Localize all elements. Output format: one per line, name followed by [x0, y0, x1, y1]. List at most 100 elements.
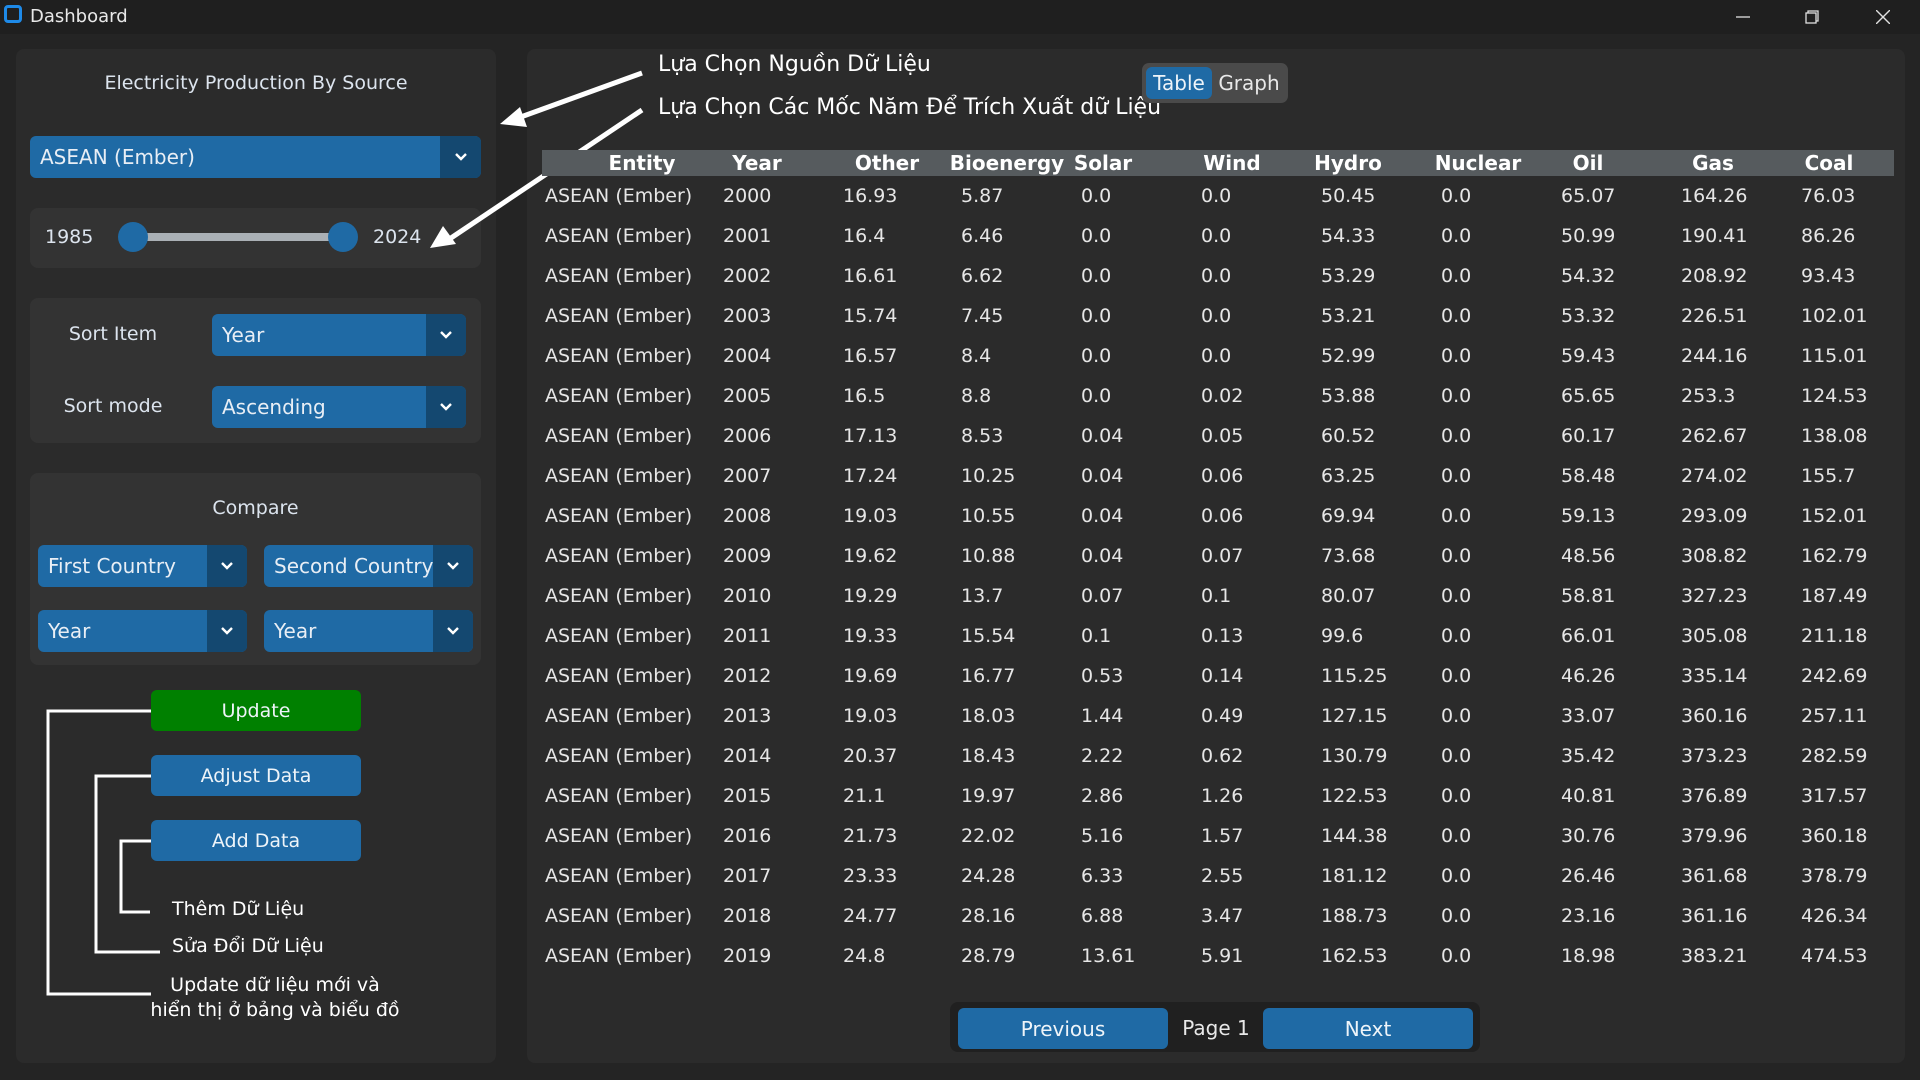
table-cell: 181.12: [1321, 865, 1388, 887]
table-cell: 59.43: [1561, 345, 1616, 367]
table-cell: 0.0: [1441, 225, 1472, 247]
table-cell: 379.96: [1681, 825, 1748, 847]
table-cell: 60.17: [1561, 425, 1616, 447]
table-cell: 262.67: [1681, 425, 1748, 447]
table-cell: 2.22: [1081, 745, 1124, 767]
table-cell: 0.0: [1201, 265, 1232, 287]
table-cell: 0.0: [1081, 185, 1112, 207]
table-cell: 0.0: [1081, 225, 1112, 247]
close-button[interactable]: [1853, 0, 1913, 34]
table-cell: 58.48: [1561, 465, 1616, 487]
table-cell: 6.88: [1081, 905, 1124, 927]
table-cell: 2000: [723, 185, 772, 207]
table-cell: ASEAN (Ember): [545, 305, 693, 327]
table-cell: 2003: [723, 305, 772, 327]
table-cell: 2004: [723, 345, 772, 367]
table-cell: 16.77: [961, 665, 1016, 687]
table-cell: ASEAN (Ember): [545, 785, 693, 807]
close-icon: [1876, 10, 1890, 24]
years-annotation: Lựa Chọn Các Mốc Năm Để Trích Xuất dữ Li…: [658, 95, 1162, 120]
table-cell: 253.3: [1681, 385, 1736, 407]
table-cell: 2.55: [1201, 865, 1244, 887]
table-cell: 59.13: [1561, 505, 1616, 527]
table-cell: 6.33: [1081, 865, 1124, 887]
table-cell: 5.87: [961, 185, 1004, 207]
table-cell: 58.81: [1561, 585, 1616, 607]
table-row: ASEAN (Ember) 2014 20.37 18.43 2.22 0.62 130.7…: [542, 736, 1892, 776]
table-cell: 122.53: [1321, 785, 1388, 807]
table-cell: 2018: [723, 905, 772, 927]
table-cell: 0.0: [1441, 865, 1472, 887]
restore-icon: [1805, 10, 1819, 24]
table-cell: 19.62: [843, 545, 898, 567]
previous-button[interactable]: Previous: [958, 1008, 1168, 1049]
table-cell: 0.0: [1081, 385, 1112, 407]
column-header: Oil: [1572, 151, 1604, 175]
table-cell: 373.23: [1681, 745, 1748, 767]
adjust-data-note: Sửa Đổi Dữ Liệu: [172, 935, 324, 957]
table-cell: 0.0: [1441, 665, 1472, 687]
tab-table[interactable]: Table: [1146, 67, 1212, 99]
table-cell: 53.21: [1321, 305, 1376, 327]
table-row: ASEAN (Ember) 2004 16.57 8.4 0.0 0.0 52.99 0.0 5…: [542, 336, 1892, 376]
table-cell: 361.68: [1681, 865, 1748, 887]
table-cell: 0.04: [1081, 505, 1124, 527]
table-cell: 53.32: [1561, 305, 1616, 327]
table-cell: 60.52: [1321, 425, 1376, 447]
table-cell: 0.0: [1201, 185, 1232, 207]
table-cell: 24.77: [843, 905, 898, 927]
minimize-button[interactable]: [1713, 0, 1773, 34]
table-cell: 383.21: [1681, 945, 1748, 967]
table-cell: 18.98: [1561, 945, 1616, 967]
table-cell: 0.0: [1201, 345, 1232, 367]
table-cell: ASEAN (Ember): [545, 385, 693, 407]
table-cell: 115.01: [1801, 345, 1868, 367]
table-cell: 0.0: [1441, 945, 1472, 967]
page-indicator: Page 1: [1182, 1016, 1250, 1040]
table-cell: 0.0: [1441, 545, 1472, 567]
table-cell: ASEAN (Ember): [545, 225, 693, 247]
table-cell: 18.43: [961, 745, 1016, 767]
table-cell: 152.01: [1801, 505, 1868, 527]
table-cell: 15.74: [843, 305, 898, 327]
table-cell: 69.94: [1321, 505, 1376, 527]
table-cell: 162.53: [1321, 945, 1388, 967]
table-cell: 0.06: [1201, 465, 1244, 487]
table-cell: 0.0: [1081, 305, 1112, 327]
table-cell: 86.26: [1801, 225, 1856, 247]
restore-button[interactable]: [1782, 0, 1842, 34]
table-cell: 211.18: [1801, 625, 1868, 647]
table-cell: 10.25: [961, 465, 1016, 487]
table-cell: 16.5: [843, 385, 886, 407]
table-row: ASEAN (Ember) 2003 15.74 7.45 0.0 0.0 53.21 0.0…: [542, 296, 1892, 336]
column-header: Solar: [1073, 151, 1133, 175]
table-cell: 282.59: [1801, 745, 1868, 767]
table-cell: 2009: [723, 545, 772, 567]
table-row: ASEAN (Ember) 2001 16.4 6.46 0.0 0.0 54.33 0.0 5…: [542, 216, 1892, 256]
table-row: ASEAN (Ember) 2006 17.13 8.53 0.04 0.05 60.52 0…: [542, 416, 1892, 456]
table-row: ASEAN (Ember) 2019 24.8 28.79 13.61 5.91 162.5…: [542, 936, 1892, 976]
table-cell: ASEAN (Ember): [545, 825, 693, 847]
table-cell: 0.07: [1081, 585, 1124, 607]
table-row: ASEAN (Ember) 2018 24.77 28.16 6.88 3.47 188.7…: [542, 896, 1892, 936]
next-button[interactable]: Next: [1263, 1008, 1473, 1049]
table-cell: 65.07: [1561, 185, 1616, 207]
table-cell: 0.0: [1441, 425, 1472, 447]
tab-graph[interactable]: Graph: [1213, 67, 1285, 99]
table-cell: 305.08: [1681, 625, 1748, 647]
table-cell: 1.57: [1201, 825, 1244, 847]
table-cell: 17.13: [843, 425, 898, 447]
table-cell: 63.25: [1321, 465, 1376, 487]
table-cell: 208.92: [1681, 265, 1748, 287]
table-cell: 2010: [723, 585, 772, 607]
table-row: ASEAN (Ember) 2016 21.73 22.02 5.16 1.57 144.3…: [542, 816, 1892, 856]
table-cell: 19.69: [843, 665, 898, 687]
table-cell: ASEAN (Ember): [545, 425, 693, 447]
table-cell: 2.86: [1081, 785, 1124, 807]
table-cell: ASEAN (Ember): [545, 265, 693, 287]
table-cell: 0.04: [1081, 425, 1124, 447]
table-cell: 26.46: [1561, 865, 1616, 887]
table-cell: 0.0: [1441, 465, 1472, 487]
table-cell: 30.76: [1561, 825, 1616, 847]
update-note-line1: Update dữ liệu mới và: [170, 974, 380, 996]
